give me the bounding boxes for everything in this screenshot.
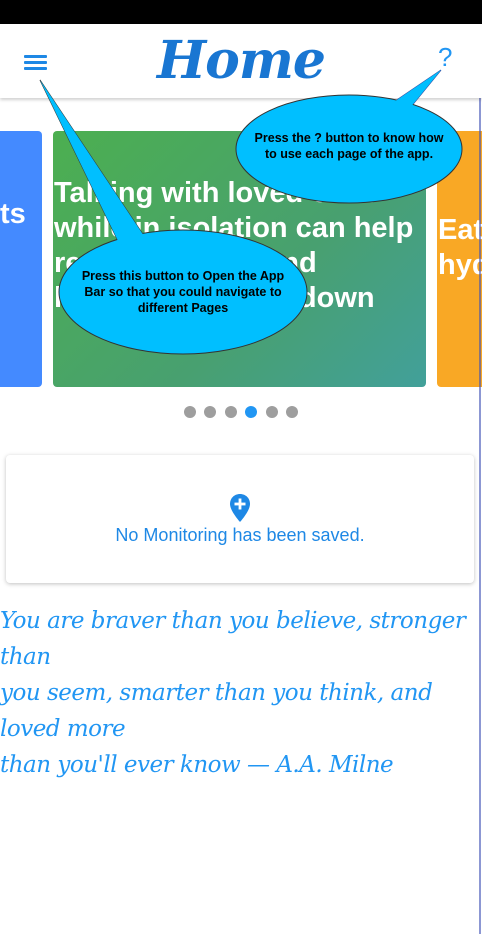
- carousel-dot[interactable]: [204, 406, 217, 418]
- quote-line: than you'll ever know — A.A. Milne: [0, 752, 394, 778]
- tips-carousel[interactable]: ts Talking with loved ones while in isol…: [0, 131, 482, 389]
- carousel-dot[interactable]: [183, 406, 196, 418]
- page-title: Home: [157, 30, 326, 91]
- inspirational-quote: You are braver than you believe, stronge…: [0, 603, 482, 783]
- app-bar: Home ?: [0, 24, 482, 98]
- carousel-card-previous[interactable]: ts: [0, 131, 42, 387]
- carousel-dot[interactable]: [224, 406, 237, 418]
- menu-callout-text: Press this button to Open the App Bar so…: [62, 268, 304, 316]
- frame-border: [479, 24, 481, 934]
- callout-line: different Pages: [137, 301, 229, 315]
- help-callout-text: Press the ? button to know how to use ea…: [237, 130, 461, 162]
- callout-line: Press this button to Open the App: [81, 269, 285, 283]
- quote-line: You are braver than you believe, stronge…: [0, 608, 466, 670]
- monitoring-card[interactable]: No Monitoring has been saved.: [6, 455, 474, 583]
- callout-line: Press the ? button to know how: [254, 131, 444, 145]
- carousel-dot[interactable]: [265, 406, 278, 418]
- carousel-dot[interactable]: [286, 406, 299, 418]
- carousel-indicator: [0, 405, 482, 423]
- empty-state-message: No Monitoring has been saved.: [115, 525, 365, 545]
- add-location-icon[interactable]: [229, 493, 251, 523]
- carousel-card-next[interactable]: Eat hyd: [437, 131, 482, 387]
- card-text: Eat hyd: [438, 214, 482, 281]
- carousel-dot-active[interactable]: [245, 406, 258, 418]
- card-text: ts: [0, 198, 26, 230]
- callout-line: to use each page of the app.: [264, 147, 434, 161]
- help-button[interactable]: ?: [438, 42, 452, 73]
- quote-line: you seem, smarter than you think, and lo…: [0, 680, 433, 742]
- callout-line: Bar so that you could navigate to: [84, 285, 282, 299]
- carousel-card-current[interactable]: Talking with loved ones while in isolati…: [53, 131, 426, 387]
- status-bar: [0, 0, 482, 24]
